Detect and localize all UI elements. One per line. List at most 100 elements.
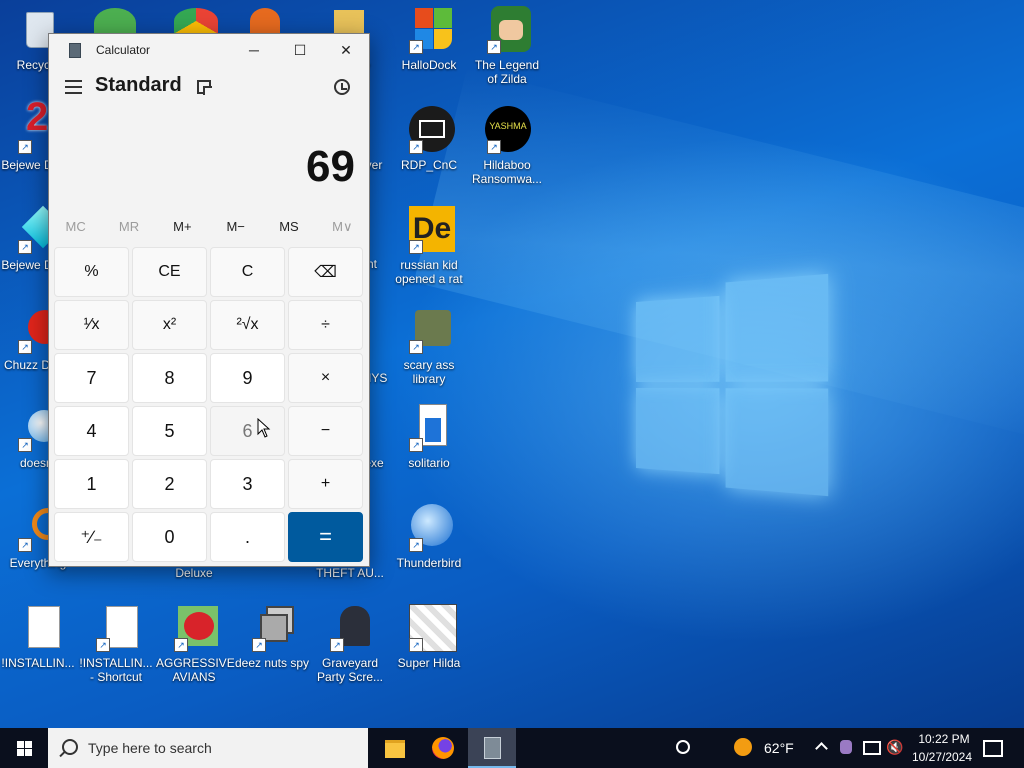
desktop-icon-installing-shortcut[interactable]: ↗ !INSTALLIN... - Shortcut bbox=[78, 604, 154, 684]
icon-label: The Legend of Zilda bbox=[474, 58, 540, 86]
chevron-up-icon[interactable] bbox=[815, 742, 828, 755]
title-bar[interactable]: Calculator ─ ☐ ✕ bbox=[49, 34, 369, 66]
desktop-icon-rdp-cnc[interactable]: ↗ RDP_CnC bbox=[391, 106, 467, 172]
start-button[interactable] bbox=[0, 728, 48, 768]
result-display: 69 bbox=[306, 142, 355, 191]
key-equals[interactable]: = bbox=[288, 512, 363, 562]
key-nine[interactable]: 9 bbox=[210, 353, 285, 403]
desktop-icon-scary-ass-library[interactable]: ↗ scary ass library bbox=[391, 306, 467, 386]
folder-icon bbox=[385, 740, 405, 758]
icon-label: !INSTALLIN... - Shortcut bbox=[79, 656, 153, 684]
memory-button-4[interactable]: MS bbox=[262, 219, 315, 239]
key-negate[interactable]: ⁺∕₋ bbox=[54, 512, 129, 562]
desktop-icon-thunderbird[interactable]: ↗ Thunderbird bbox=[391, 504, 467, 570]
key-backspace[interactable]: ⌫ bbox=[288, 247, 363, 297]
stacked-windows-icon: ↗ bbox=[248, 604, 296, 652]
hamburger-menu-icon[interactable] bbox=[65, 80, 82, 94]
key-clear[interactable]: C bbox=[210, 247, 285, 297]
key-add[interactable]: + bbox=[288, 459, 363, 509]
desktop-icon-legend-of-zilda[interactable]: ↗ The Legend of Zilda bbox=[469, 6, 545, 86]
icon-label: scary ass library bbox=[403, 358, 455, 386]
de-logo-icon: De ↗ bbox=[405, 206, 455, 254]
key-decimal[interactable]: . bbox=[210, 512, 285, 562]
volume-muted-icon[interactable]: 🔇 bbox=[886, 739, 903, 756]
memory-button-5[interactable]: M∨ bbox=[316, 219, 369, 239]
maximize-button[interactable]: ☐ bbox=[277, 34, 323, 66]
taskbar-firefox[interactable] bbox=[419, 728, 467, 768]
graveyard-icon: ↗ bbox=[326, 604, 374, 652]
desktop-icon-aggressive-avians[interactable]: ↗ AGGRESSIVE AVIANS bbox=[156, 604, 235, 684]
key-four[interactable]: 4 bbox=[54, 406, 129, 456]
icon-label: Graveyard Party Scre... bbox=[316, 656, 384, 684]
clock-date[interactable]: 10/27/2024 bbox=[908, 750, 976, 764]
close-button[interactable]: ✕ bbox=[323, 34, 369, 66]
partial-chrome-icon bbox=[174, 8, 218, 34]
key-five[interactable]: 5 bbox=[132, 406, 207, 456]
key-two[interactable]: 2 bbox=[132, 459, 207, 509]
key-six[interactable]: 6 bbox=[210, 406, 285, 456]
taskbar-file-explorer[interactable] bbox=[371, 728, 419, 768]
key-multiply[interactable]: × bbox=[288, 353, 363, 403]
tray-app-icon[interactable] bbox=[840, 740, 852, 754]
icon-label: AGGRESSIVE AVIANS bbox=[156, 656, 235, 684]
library-icon: ↗ bbox=[405, 306, 453, 354]
key-zero[interactable]: 0 bbox=[132, 512, 207, 562]
memory-button-0[interactable]: MC bbox=[49, 219, 102, 239]
key-square[interactable]: x² bbox=[132, 300, 207, 350]
keep-on-top-icon[interactable] bbox=[197, 80, 212, 95]
desktop-icon-installing[interactable]: !INSTALLIN... bbox=[0, 604, 76, 670]
desktop-icon-graveyard-party[interactable]: ↗ Graveyard Party Scre... bbox=[312, 604, 388, 684]
key-subtract[interactable]: − bbox=[288, 406, 363, 456]
icon-label: russian kid opened a rat bbox=[395, 258, 463, 286]
key-seven[interactable]: 7 bbox=[54, 353, 129, 403]
calc-header: Standard bbox=[49, 66, 369, 111]
icon-label: RDP_CnC bbox=[400, 158, 457, 172]
memory-button-1[interactable]: MR bbox=[102, 219, 155, 239]
weather-temperature[interactable]: 62°F bbox=[764, 740, 794, 756]
key-percent[interactable]: % bbox=[54, 247, 129, 297]
icon-label: Super Hilda bbox=[397, 656, 461, 670]
partial-app-icon bbox=[250, 8, 280, 34]
angry-bird-icon: ↗ bbox=[170, 604, 218, 652]
weather-icon[interactable] bbox=[734, 738, 752, 756]
partial-label-theft: THEFT AU... bbox=[316, 566, 384, 580]
search-icon bbox=[62, 739, 78, 755]
key-reciprocal[interactable]: ¹⁄x bbox=[54, 300, 129, 350]
key-one[interactable]: 1 bbox=[54, 459, 129, 509]
icon-label: Hildaboo Ransomwa... bbox=[471, 158, 543, 186]
window-title: Calculator bbox=[96, 43, 151, 57]
icon-label: deez nuts spy bbox=[234, 656, 310, 670]
desktop-icon-hallodock[interactable]: ↗ HalloDock bbox=[391, 6, 467, 72]
document-icon: ↗ bbox=[92, 604, 140, 652]
desktop-icon-russian-kid[interactable]: De ↗ russian kid opened a rat bbox=[391, 206, 467, 286]
windows-shield-icon: ↗ bbox=[405, 6, 453, 54]
thunderbird-icon: ↗ bbox=[405, 504, 453, 552]
taskbar-search-box[interactable]: Type here to search bbox=[48, 728, 368, 768]
solitaire-icon: ↗ bbox=[405, 404, 453, 452]
icon-label: !INSTALLIN... bbox=[1, 656, 75, 670]
minimize-button[interactable]: ─ bbox=[231, 34, 277, 66]
desktop-icon-super-hilda[interactable]: ↗ Super Hilda bbox=[391, 604, 467, 670]
people-icon[interactable] bbox=[676, 740, 690, 754]
zilda-game-icon: ↗ bbox=[483, 6, 531, 54]
desktop-icon-solitario[interactable]: ↗ solitario bbox=[391, 404, 467, 470]
key-eight[interactable]: 8 bbox=[132, 353, 207, 403]
memory-button-3[interactable]: M− bbox=[209, 219, 262, 239]
yashma-icon: YASHMA ↗ bbox=[483, 106, 531, 154]
taskbar-calculator[interactable] bbox=[468, 728, 516, 768]
calculator-app-icon bbox=[69, 43, 81, 58]
notifications-icon[interactable] bbox=[983, 740, 1003, 757]
desktop-icon-hildaboo-ransomware[interactable]: YASHMA ↗ Hildaboo Ransomwa... bbox=[469, 106, 545, 186]
key-divide[interactable]: ÷ bbox=[288, 300, 363, 350]
memory-button-2[interactable]: M+ bbox=[156, 219, 209, 239]
key-square-root[interactable]: ²√x bbox=[210, 300, 285, 350]
rdp-icon: ↗ bbox=[405, 106, 455, 154]
key-three[interactable]: 3 bbox=[210, 459, 285, 509]
firefox-icon bbox=[432, 737, 454, 759]
network-icon[interactable] bbox=[863, 741, 881, 755]
history-icon[interactable] bbox=[334, 79, 350, 95]
desktop-icon-deez-nuts-spy[interactable]: ↗ deez nuts spy bbox=[234, 604, 310, 670]
clock-time[interactable]: 10:22 PM bbox=[914, 732, 974, 746]
taskbar: Type here to search 62°F 🔇 10:22 PM 10/2… bbox=[0, 728, 1024, 768]
key-clear-entry[interactable]: CE bbox=[132, 247, 207, 297]
